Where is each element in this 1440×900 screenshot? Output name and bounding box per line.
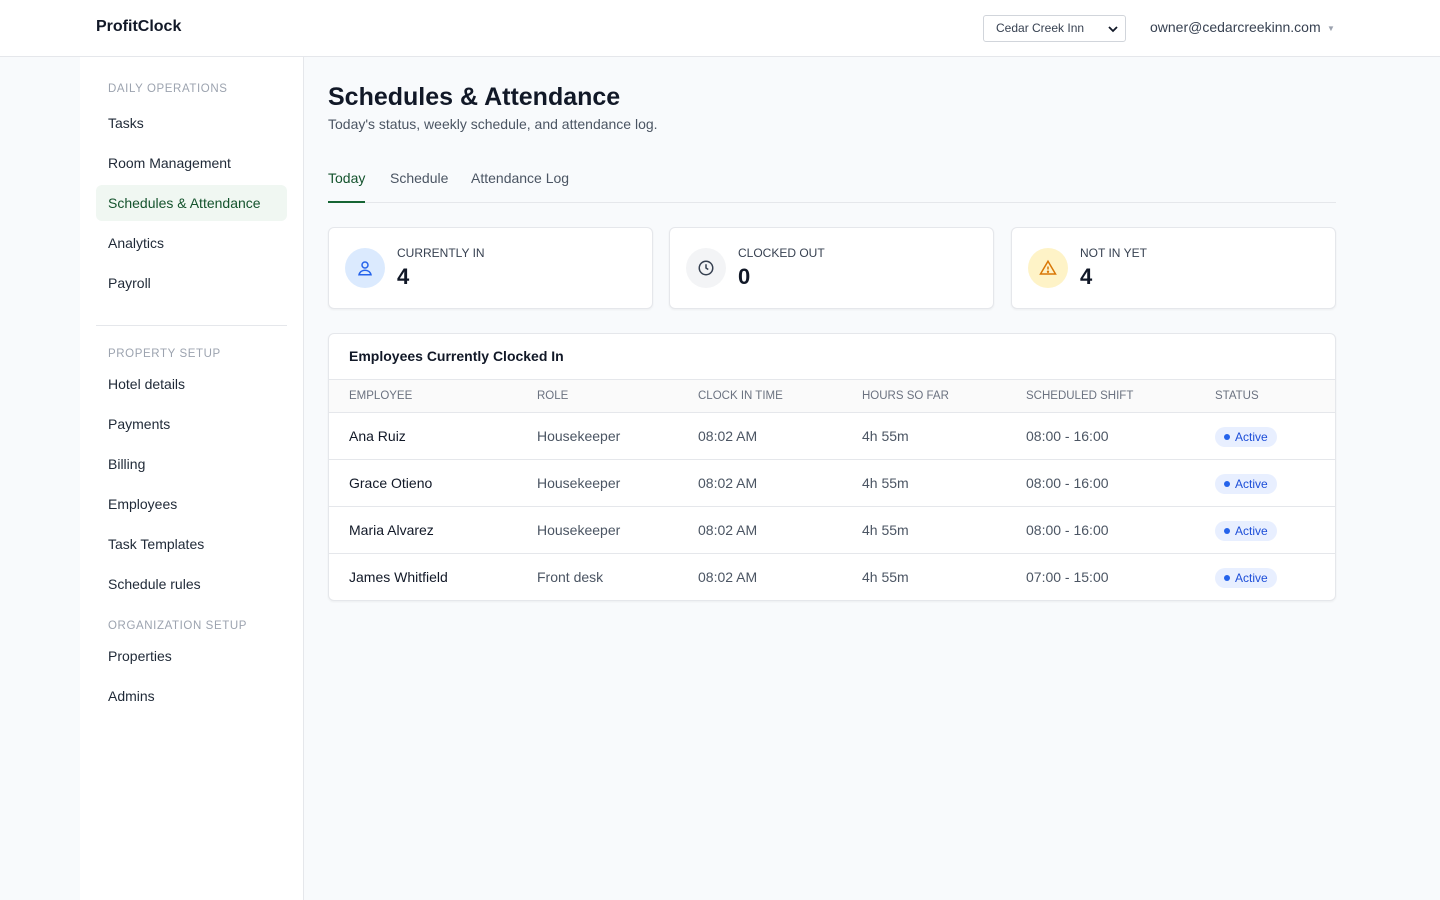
brand-logo[interactable]: ProfitClock	[96, 18, 181, 36]
top-bar: ProfitClock Cedar Creek Inn owner@cedarc…	[0, 0, 1440, 57]
status-badge: Active	[1215, 474, 1277, 494]
stat-card-currently-in: Currently In 4	[328, 227, 653, 309]
status-badge: Active	[1215, 521, 1277, 541]
column-header: Clock In Time	[698, 390, 783, 402]
clocked-in-table-card: Employees Currently Clocked In Employee …	[328, 333, 1336, 601]
sidebar: Daily Operations Tasks Room Management S…	[80, 57, 304, 900]
stat-value: 4	[397, 264, 410, 289]
table-row[interactable]: Ana Ruiz Housekeeper 08:02 AM 4h 55m 08:…	[329, 413, 1335, 460]
chevron-down-icon	[1108, 26, 1118, 33]
employee-name: Ana Ruiz	[349, 428, 406, 444]
hours-so-far: 4h 55m	[862, 522, 909, 538]
tab-schedule[interactable]: Schedule	[390, 170, 448, 203]
stat-value: 0	[738, 264, 751, 289]
sidebar-item-task-templates[interactable]: Task Templates	[96, 526, 287, 562]
table-row[interactable]: Maria Alvarez Housekeeper 08:02 AM 4h 55…	[329, 507, 1335, 554]
sidebar-section-title: Organization Setup	[108, 620, 248, 632]
sidebar-item-payments[interactable]: Payments	[96, 406, 287, 442]
sidebar-item-room-management[interactable]: Room Management	[96, 145, 287, 181]
employee-name: Maria Alvarez	[349, 522, 434, 538]
status-badge: Active	[1215, 568, 1277, 588]
column-header: Employee	[349, 390, 413, 402]
sidebar-item-schedules-attendance[interactable]: Schedules & Attendance	[96, 185, 287, 221]
column-header: Role	[537, 390, 569, 402]
sidebar-item-payroll[interactable]: Payroll	[96, 265, 287, 301]
stat-label: Clocked Out	[738, 246, 825, 260]
warning-icon	[1028, 248, 1068, 288]
scheduled-shift: 08:00 - 16:00	[1026, 475, 1109, 491]
sidebar-item-employees[interactable]: Employees	[96, 486, 287, 522]
page-subtitle: Today's status, weekly schedule, and att…	[328, 116, 658, 132]
hours-so-far: 4h 55m	[862, 428, 909, 444]
sidebar-item-tasks[interactable]: Tasks	[96, 105, 287, 141]
clock-in-time: 08:02 AM	[698, 475, 758, 491]
stat-label: Not In Yet	[1080, 246, 1147, 260]
sidebar-item-properties[interactable]: Properties	[96, 638, 287, 674]
employee-role: Front desk	[537, 569, 604, 585]
tab-today[interactable]: Today	[328, 170, 366, 203]
page-title: Schedules & Attendance	[328, 83, 621, 111]
user-menu[interactable]: owner@cedarcreekinn.com	[1150, 19, 1321, 35]
table-header: Employee Role Clock In Time Hours So Far…	[329, 379, 1335, 413]
employee-role: Housekeeper	[537, 428, 621, 444]
hours-so-far: 4h 55m	[862, 569, 909, 585]
tab-attendance-log[interactable]: Attendance Log	[471, 170, 569, 203]
column-header: Hours So Far	[862, 390, 949, 402]
table-title: Employees Currently Clocked In	[349, 348, 564, 364]
clock-in-time: 08:02 AM	[698, 428, 758, 444]
scheduled-shift: 07:00 - 15:00	[1026, 569, 1109, 585]
employee-role: Housekeeper	[537, 522, 621, 538]
caret-down-icon[interactable]: ▼	[1327, 24, 1335, 33]
column-header: Status	[1215, 390, 1259, 402]
user-icon	[345, 248, 385, 288]
table-row[interactable]: Grace Otieno Housekeeper 08:02 AM 4h 55m…	[329, 460, 1335, 507]
clock-icon	[686, 248, 726, 288]
clock-in-time: 08:02 AM	[698, 569, 758, 585]
scheduled-shift: 08:00 - 16:00	[1026, 522, 1109, 538]
employee-role: Housekeeper	[537, 475, 621, 491]
stat-value: 4	[1080, 264, 1093, 289]
stat-card-clocked-out: Clocked Out 0	[669, 227, 994, 309]
stat-label: Currently In	[397, 246, 485, 260]
sidebar-item-analytics[interactable]: Analytics	[96, 225, 287, 261]
sidebar-divider	[96, 325, 287, 326]
property-select[interactable]: Cedar Creek Inn	[983, 15, 1126, 42]
column-header: Scheduled Shift	[1026, 390, 1134, 402]
sidebar-item-billing[interactable]: Billing	[96, 446, 287, 482]
stat-card-not-in-yet: Not In Yet 4	[1011, 227, 1336, 309]
tab-bar: Today Schedule Attendance Log	[328, 170, 1336, 203]
employee-name: James Whitfield	[349, 569, 448, 585]
hours-so-far: 4h 55m	[862, 475, 909, 491]
sidebar-item-schedule-rules[interactable]: Schedule rules	[96, 566, 287, 602]
sidebar-section-title: Property Setup	[108, 348, 221, 360]
property-select-value: Cedar Creek Inn	[996, 21, 1085, 35]
status-badge: Active	[1215, 427, 1277, 447]
scheduled-shift: 08:00 - 16:00	[1026, 428, 1109, 444]
employee-name: Grace Otieno	[349, 475, 433, 491]
sidebar-item-hotel-details[interactable]: Hotel details	[96, 366, 287, 402]
sidebar-section-title: Daily Operations	[108, 83, 228, 95]
sidebar-item-admins[interactable]: Admins	[96, 678, 287, 714]
main-content: Schedules & Attendance Today's status, w…	[304, 57, 1440, 900]
clock-in-time: 08:02 AM	[698, 522, 758, 538]
table-row[interactable]: James Whitfield Front desk 08:02 AM 4h 5…	[329, 554, 1335, 600]
